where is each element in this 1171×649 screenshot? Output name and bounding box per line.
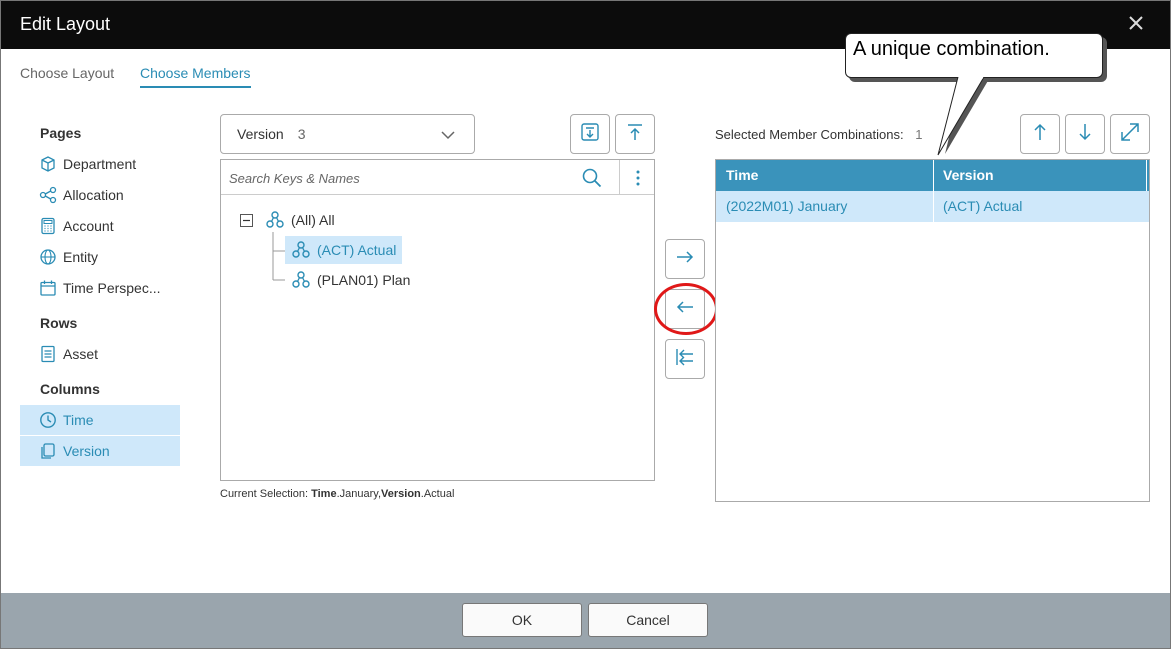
- sidebar-item-label: Asset: [63, 346, 99, 362]
- share-nodes-icon: [39, 186, 57, 204]
- hierarchy-icon: [265, 210, 285, 230]
- sidebar-item-version[interactable]: Version: [20, 436, 180, 466]
- chevron-down-icon: [440, 127, 456, 146]
- grid-header: Time Version: [716, 160, 1149, 191]
- dimension-select[interactable]: Version 3: [220, 114, 475, 154]
- maximize-button[interactable]: [1110, 114, 1150, 154]
- table-cell: (2022M01) January: [726, 198, 848, 214]
- sidebar-item-asset[interactable]: Asset: [20, 339, 180, 369]
- dialog-title: Edit Layout: [20, 14, 111, 34]
- arrow-left-icon: [674, 296, 696, 323]
- dialog-footer: [0, 593, 1171, 649]
- sidebar-item-label: Entity: [63, 249, 99, 265]
- combinations-grid: Time Version (2022M01) January (ACT) Act…: [715, 159, 1150, 502]
- expand-all-button[interactable]: [570, 114, 610, 154]
- member-tree-panel: (All) All (ACT) Actual (PLAN01) Plan: [220, 159, 655, 481]
- arrow-left-double-icon: [674, 346, 696, 373]
- sidebar-item-label: Allocation: [63, 187, 124, 203]
- current-selection-val2: .Actual: [420, 488, 455, 500]
- section-title-columns: Columns: [40, 381, 100, 397]
- dimension-member-count: 3: [297, 126, 306, 142]
- calendar-icon: [39, 279, 57, 297]
- section-title-rows: Rows: [40, 315, 78, 331]
- column-divider: [1146, 160, 1147, 191]
- current-selection-val1: .January,: [336, 488, 382, 500]
- column-header-version[interactable]: Version: [933, 160, 1146, 191]
- collapse-all-button[interactable]: [615, 114, 655, 154]
- current-selection-dim1: Time: [311, 488, 337, 500]
- sidebar-item-label: Version: [63, 443, 110, 459]
- hierarchy-icon: [291, 270, 311, 290]
- tree-node-label: (ACT) Actual: [317, 242, 397, 258]
- sidebar-item-time-perspective[interactable]: Time Perspec...: [20, 273, 180, 303]
- clock-icon: [39, 411, 57, 429]
- sidebar-item-allocation[interactable]: Allocation: [20, 180, 180, 210]
- tree-node-label: (PLAN01) Plan: [317, 272, 411, 288]
- move-down-button[interactable]: [1065, 114, 1105, 154]
- combinations-label: Selected Member Combinations: 1: [715, 127, 922, 142]
- calculator-icon: [39, 217, 57, 235]
- callout-annotation: A unique combination.: [845, 33, 1103, 78]
- sidebar-item-account[interactable]: Account: [20, 211, 180, 241]
- current-selection-prefix: Current Selection:: [220, 488, 309, 500]
- tree-node-actual[interactable]: (ACT) Actual: [285, 236, 403, 264]
- current-selection: Current Selection: Time.January,Version.…: [220, 488, 454, 500]
- sidebar-item-entity[interactable]: Entity: [20, 242, 180, 272]
- sidebar-item-time[interactable]: Time: [20, 405, 180, 435]
- document-list-icon: [39, 345, 57, 363]
- sidebar-item-label: Time Perspec...: [63, 280, 161, 296]
- tree-node-label: (All) All: [291, 212, 335, 228]
- sidebar-item-label: Time: [63, 412, 94, 428]
- ok-button[interactable]: OK: [462, 603, 582, 637]
- current-selection-dim2: Version: [381, 488, 421, 500]
- remove-all-button[interactable]: [665, 339, 705, 379]
- expand-down-icon: [579, 121, 601, 148]
- dimension-name: Version: [237, 126, 284, 142]
- tab-choose-layout[interactable]: Choose Layout: [20, 65, 114, 86]
- combinations-count: 1: [915, 127, 923, 142]
- combinations-title: Selected Member Combinations:: [715, 127, 904, 142]
- section-title-pages: Pages: [40, 125, 82, 141]
- collapse-node-icon[interactable]: [240, 214, 253, 227]
- hierarchy-icon: [291, 240, 311, 260]
- table-cell: (ACT) Actual: [943, 198, 1023, 214]
- arrow-right-icon: [674, 246, 696, 273]
- sidebar-item-department[interactable]: Department: [20, 149, 180, 179]
- tab-choose-members[interactable]: Choose Members: [140, 65, 251, 88]
- table-row[interactable]: (2022M01) January (ACT) Actual: [716, 191, 1149, 222]
- cancel-button[interactable]: Cancel: [588, 603, 708, 637]
- globe-icon: [39, 248, 57, 266]
- close-icon[interactable]: [1125, 12, 1147, 34]
- arrow-down-icon: [1074, 121, 1096, 148]
- column-header-time[interactable]: Time: [716, 160, 933, 191]
- collapse-up-icon: [624, 121, 646, 148]
- callout-pointer: [937, 77, 989, 156]
- move-up-button[interactable]: [1020, 114, 1060, 154]
- tree-node-all[interactable]: (All) All: [259, 206, 341, 234]
- remove-member-button[interactable]: [665, 289, 705, 329]
- sidebar-item-label: Account: [63, 218, 114, 234]
- cube-icon: [39, 155, 57, 173]
- copy-icon: [39, 442, 57, 460]
- expand-diagonal-icon: [1119, 121, 1141, 148]
- add-member-button[interactable]: [665, 239, 705, 279]
- sidebar-item-label: Department: [63, 156, 137, 172]
- tree-node-plan[interactable]: (PLAN01) Plan: [285, 266, 416, 294]
- arrow-up-icon: [1029, 121, 1051, 148]
